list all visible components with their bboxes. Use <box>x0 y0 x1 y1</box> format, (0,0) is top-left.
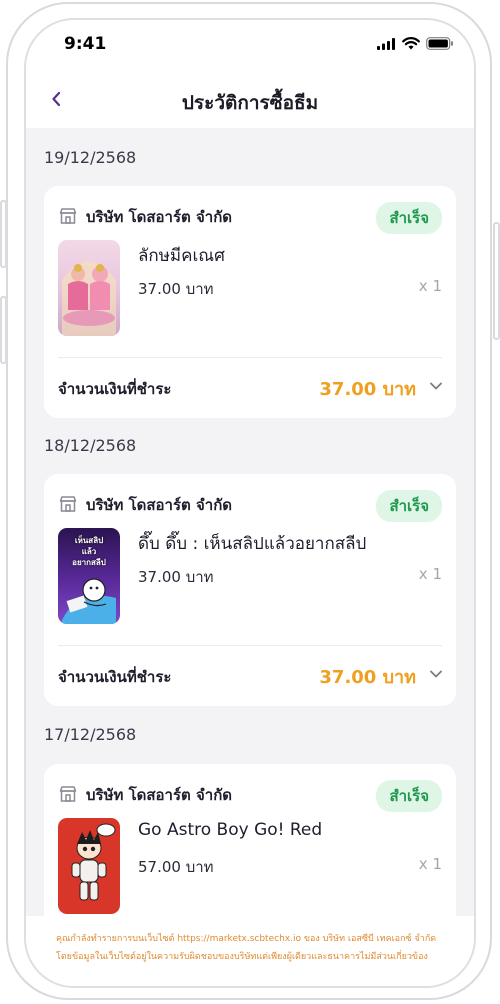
total-label: จำนวนเงินที่ชำระ <box>58 668 172 686</box>
status-icons <box>377 37 454 50</box>
product-price: 57.00 บาท <box>138 858 214 876</box>
astro-boy-red-thumbnail <box>58 818 120 914</box>
disclaimer-line-2: โดยข้อมูลในเว็บไซต์อยู่ในความรับผิดชอบขอ… <box>56 952 428 962</box>
side-button-upper <box>0 200 7 268</box>
total-label: จำนวนเงินที่ชำระ <box>58 380 172 398</box>
total-amount: 37.00 บาท <box>319 379 416 400</box>
divider <box>58 645 442 646</box>
signal-icon <box>377 37 395 50</box>
status-badge: สำเร็จ <box>376 490 442 522</box>
card-header: บริษัท โดสอาร์ต จำกัด สำเร็จ <box>58 490 442 522</box>
purchase-card[interactable]: บริษัท โดสอาร์ต จำกัด สำเร็จ ลักษมีคเณศ … <box>44 186 456 418</box>
side-button-lower <box>0 296 7 364</box>
store-icon <box>59 208 77 224</box>
battery-icon <box>426 37 453 50</box>
date-label: 17/12/2568 <box>44 725 137 744</box>
product-name: ลักษมีคเณศ <box>138 246 225 266</box>
chevron-down-icon[interactable] <box>428 378 444 394</box>
wifi-icon <box>402 37 420 50</box>
purchase-card[interactable]: บริษัท โดสอาร์ต จำกัด สำเร็จ เห็นสลิป แล… <box>44 474 456 706</box>
product-quantity: x 1 <box>418 855 442 873</box>
purchase-history-list: 19/12/2568 บริษัท โดสอาร์ต จำกัด สำเร็จ <box>26 128 474 986</box>
chevron-down-icon[interactable] <box>428 666 444 682</box>
product-price: 37.00 บาท <box>138 568 214 586</box>
card-header: บริษัท โดสอาร์ต จำกัด สำเร็จ <box>58 780 442 812</box>
date-label: 19/12/2568 <box>44 148 137 167</box>
store-icon <box>59 786 77 802</box>
cartoon-sleep-thumbnail: เห็นสลิป แล้ว อยากสลีป <box>58 528 120 624</box>
disclaimer-footer: คุณกำลังทำรายการบนเว็บไซต์ https://marke… <box>26 916 474 986</box>
status-badge: สำเร็จ <box>376 780 442 812</box>
card-header: บริษัท โดสอาร์ต จำกัด สำเร็จ <box>58 202 442 234</box>
status-bar: 9:41 <box>26 20 474 72</box>
divider <box>58 357 442 358</box>
store-name: บริษัท โดสอาร์ต จำกัด <box>86 786 233 804</box>
product-price: 37.00 บาท <box>138 280 214 298</box>
product-quantity: x 1 <box>418 277 442 295</box>
side-button-power <box>493 222 500 340</box>
total-amount: 37.00 บาท <box>319 667 416 688</box>
ganesha-lakshmi-thumbnail <box>58 240 120 336</box>
nav-header: ประวัติการซื้อธีม <box>26 72 474 128</box>
product-quantity: x 1 <box>418 565 442 583</box>
store-icon <box>59 496 77 512</box>
screen: 9:41 ประวัติการซื้อธีม 19/12/2568 บริษัท… <box>24 18 476 988</box>
status-badge: สำเร็จ <box>376 202 442 234</box>
product-name: ดึ๊บ ดึ๊บ : เห็นสลิปแล้วอยากสลีป <box>138 534 367 554</box>
disclaimer-line-1: คุณกำลังทำรายการบนเว็บไซต์ https://marke… <box>56 934 437 944</box>
date-label: 18/12/2568 <box>44 436 137 455</box>
store-name: บริษัท โดสอาร์ต จำกัด <box>86 208 233 226</box>
store-name: บริษัท โดสอาร์ต จำกัด <box>86 496 233 514</box>
product-name: Go Astro Boy Go! Red <box>138 820 323 840</box>
page-title: ประวัติการซื้อธีม <box>181 92 319 114</box>
status-time: 9:41 <box>64 34 107 54</box>
